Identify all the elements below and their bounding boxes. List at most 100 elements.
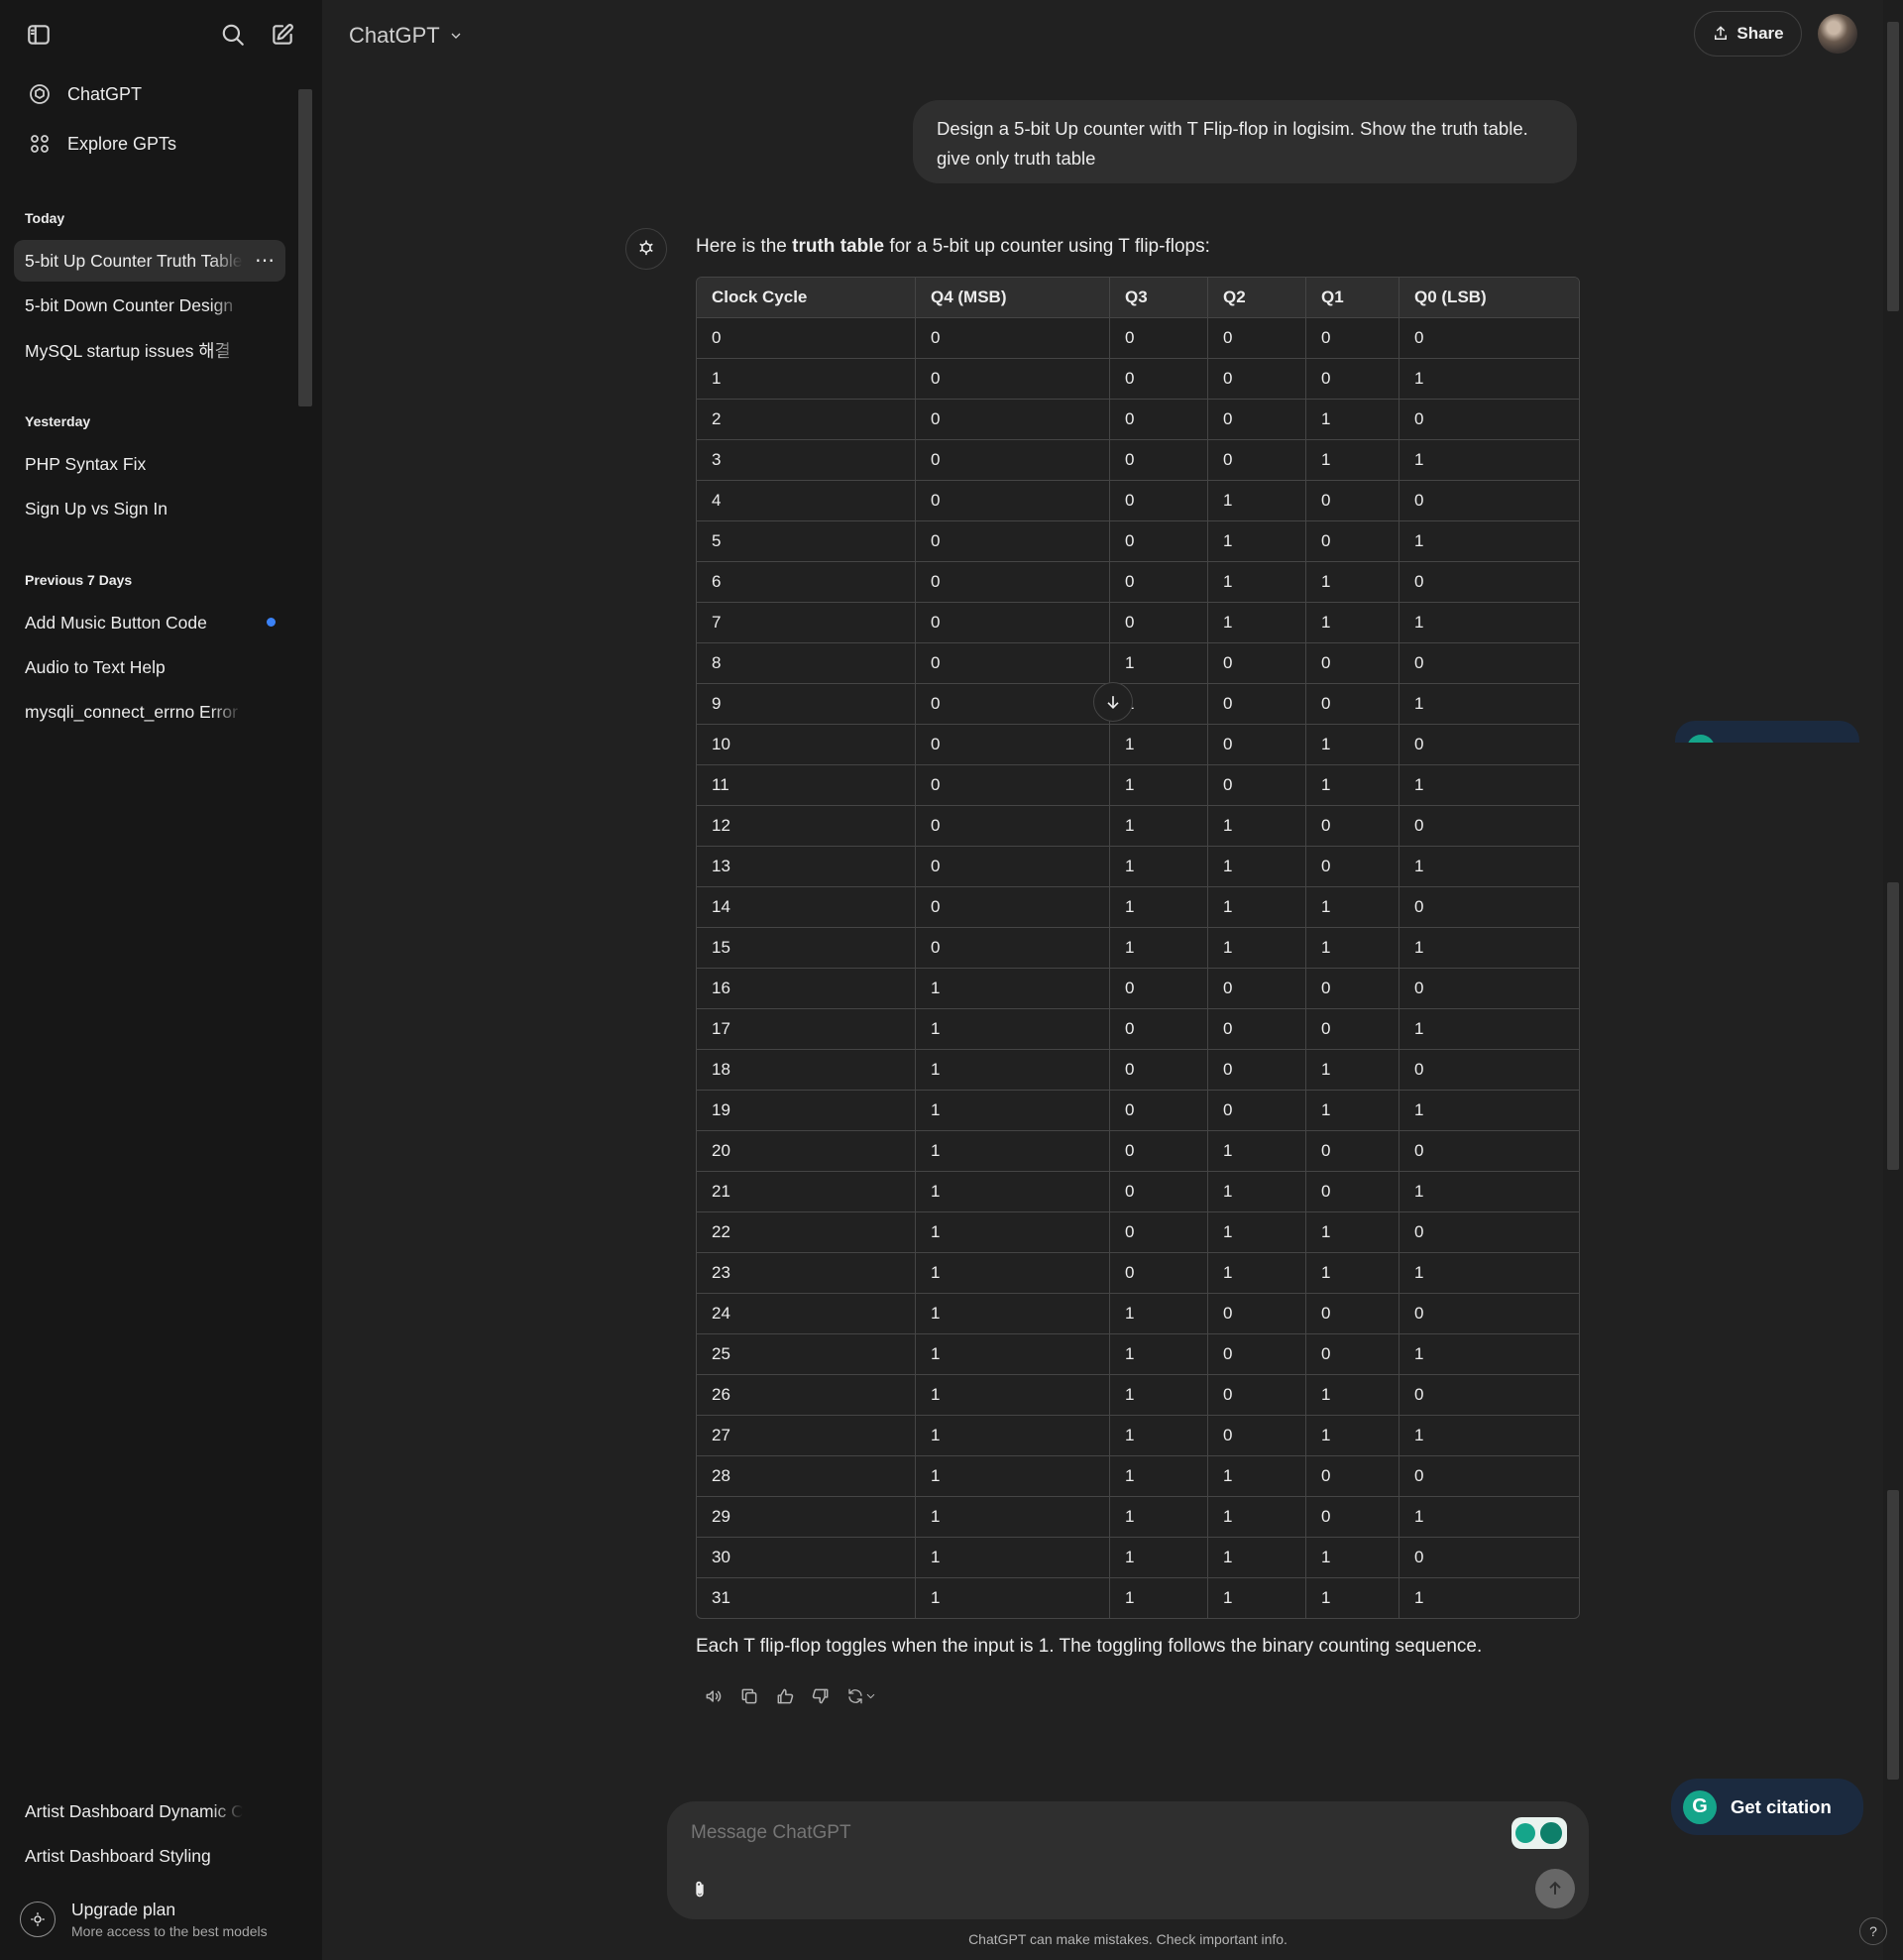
history-item[interactable]: PHP Syntax Fix (14, 443, 285, 485)
toggle-sidebar-icon[interactable] (19, 15, 58, 55)
table-cell: 0 (1109, 520, 1208, 562)
table-cell: 0 (915, 764, 1110, 806)
model-name: ChatGPT (349, 23, 440, 48)
table-cell: 0 (1305, 1130, 1399, 1172)
history-item-label: Artist Dashboard Dynamic Cards (25, 1800, 243, 1821)
history-item-label: Audio to Text Help (25, 656, 166, 677)
regenerate-icon[interactable] (839, 1680, 884, 1712)
thumbs-down-icon[interactable] (803, 1680, 839, 1712)
page-scrollbar-thumb[interactable] (1887, 1490, 1899, 1780)
table-row: 29 1 1 1 0 1 (697, 1496, 1579, 1538)
table-cell: 2 (697, 399, 916, 440)
history-item[interactable]: Artist Dashboard Styling (14, 1835, 285, 1877)
table-cell: 1 (915, 1049, 1110, 1091)
table-cell: 1 (915, 1252, 1110, 1294)
table-cell: 0 (1305, 805, 1399, 847)
history-item-active[interactable]: 5-bit Up Counter Truth Table ⋯ (14, 240, 285, 282)
table-cell: 1 (915, 1008, 1110, 1050)
table-row: 10 0 1 0 1 0 (697, 724, 1579, 765)
table-cell: 0 (1207, 1049, 1306, 1091)
table-cell: 1 (1207, 1171, 1306, 1212)
history-item-label: Sign Up vs Sign In (25, 498, 168, 519)
get-citation-button[interactable]: G Get citation (1671, 1779, 1863, 1835)
table-cell: 15 (697, 927, 916, 969)
table-cell: 14 (697, 886, 916, 928)
copy-icon[interactable] (731, 1680, 767, 1712)
table-cell: 0 (1207, 683, 1306, 725)
table-cell: 0 (1109, 358, 1208, 400)
table-cell: 0 (1109, 480, 1208, 521)
column-header: Clock Cycle (697, 278, 916, 318)
table-cell: 5 (697, 520, 916, 562)
history-item[interactable]: 5-bit Down Counter Design (14, 285, 285, 326)
table-cell: 1 (915, 1374, 1110, 1416)
table-body: 0000001000012000103000114001005001016001… (697, 317, 1579, 1618)
grammarly-icon[interactable] (1511, 1817, 1567, 1849)
upgrade-plan-button[interactable]: Upgrade plan More access to the best mod… (20, 1892, 307, 1947)
table-cell: 0 (915, 642, 1110, 684)
table-cell: 1 (1207, 805, 1306, 847)
table-cell: 1 (1399, 1333, 1579, 1375)
table-cell: 1 (915, 1415, 1110, 1456)
history-item-label: Add Music Button Code (25, 612, 207, 633)
table-cell: 1 (1109, 846, 1208, 887)
table-cell: 1 (1305, 764, 1399, 806)
table-cell: 1 (1109, 1455, 1208, 1497)
table-cell: 1 (1109, 724, 1208, 765)
scroll-to-bottom-button[interactable] (1093, 682, 1133, 722)
column-header: Q3 (1109, 278, 1208, 318)
thumbs-up-icon[interactable] (767, 1680, 803, 1712)
table-cell: 1 (915, 1130, 1110, 1172)
history-item[interactable]: MySQL startup issues 해결 (14, 329, 285, 371)
table-row: 20 1 0 1 0 0 (697, 1130, 1579, 1172)
table-cell: 0 (915, 602, 1110, 643)
upgrade-icon (20, 1902, 56, 1937)
history-item[interactable]: Artist Dashboard Dynamic Cards (14, 1790, 285, 1832)
sidebar-scrollbar[interactable] (298, 89, 312, 406)
upgrade-title: Upgrade plan (71, 1900, 176, 1919)
read-aloud-icon[interactable] (696, 1680, 731, 1712)
page-scrollbar-thumb[interactable] (1887, 22, 1899, 311)
table-cell: 1 (1305, 1577, 1399, 1618)
table-row: 600110 (697, 561, 1579, 603)
grammarly-icon: G (1683, 1789, 1717, 1824)
citation-widget-peek[interactable] (1675, 721, 1859, 743)
section-label-yesterday: Yesterday (25, 413, 91, 429)
history-item[interactable]: Add Music Button Code (14, 602, 285, 643)
share-button[interactable]: Share (1694, 11, 1802, 57)
history-item[interactable]: Sign Up vs Sign In (14, 488, 285, 529)
table-cell: 0 (1207, 1293, 1306, 1334)
table-cell: 1 (1207, 1211, 1306, 1253)
new-chat-icon[interactable] (263, 15, 302, 55)
attach-file-icon[interactable] (683, 1873, 717, 1906)
history-item-label: 5-bit Down Counter Design (25, 294, 234, 315)
table-cell: 0 (1305, 1455, 1399, 1497)
table-cell: 0 (1399, 1293, 1579, 1334)
search-icon[interactable] (213, 15, 253, 55)
sidebar-item-explore-gpts[interactable]: Explore GPTs (14, 123, 283, 165)
history-item[interactable]: mysqli_connect_errno Error Fix (14, 691, 285, 733)
table-cell: 0 (1109, 1252, 1208, 1294)
sidebar-item-chatgpt[interactable]: ChatGPT (14, 73, 283, 115)
send-button[interactable] (1535, 1869, 1575, 1908)
table-cell: 1 (1109, 805, 1208, 847)
table-cell: 18 (697, 1049, 916, 1091)
table-cell: 1 (1399, 520, 1579, 562)
table-row: 13 0 1 1 0 1 (697, 846, 1579, 887)
page-scrollbar-thumb[interactable] (1887, 882, 1899, 1170)
table-cell: 0 (1207, 1415, 1306, 1456)
more-options-icon[interactable]: ⋯ (255, 248, 276, 273)
share-label: Share (1736, 24, 1784, 43)
table-row: 901001 (697, 683, 1579, 725)
table-cell: 22 (697, 1211, 916, 1253)
model-selector[interactable]: ChatGPT (349, 16, 464, 56)
table-cell: 1 (1305, 1374, 1399, 1416)
arrow-down-icon (1107, 696, 1119, 710)
share-icon (1715, 26, 1728, 40)
table-cell: 28 (697, 1455, 916, 1497)
avatar[interactable] (1818, 14, 1857, 54)
history-item[interactable]: Audio to Text Help (14, 646, 285, 688)
help-button[interactable]: ? (1859, 1917, 1887, 1945)
message-input[interactable] (689, 1821, 1466, 1845)
table-cell: 1 (915, 1333, 1110, 1375)
